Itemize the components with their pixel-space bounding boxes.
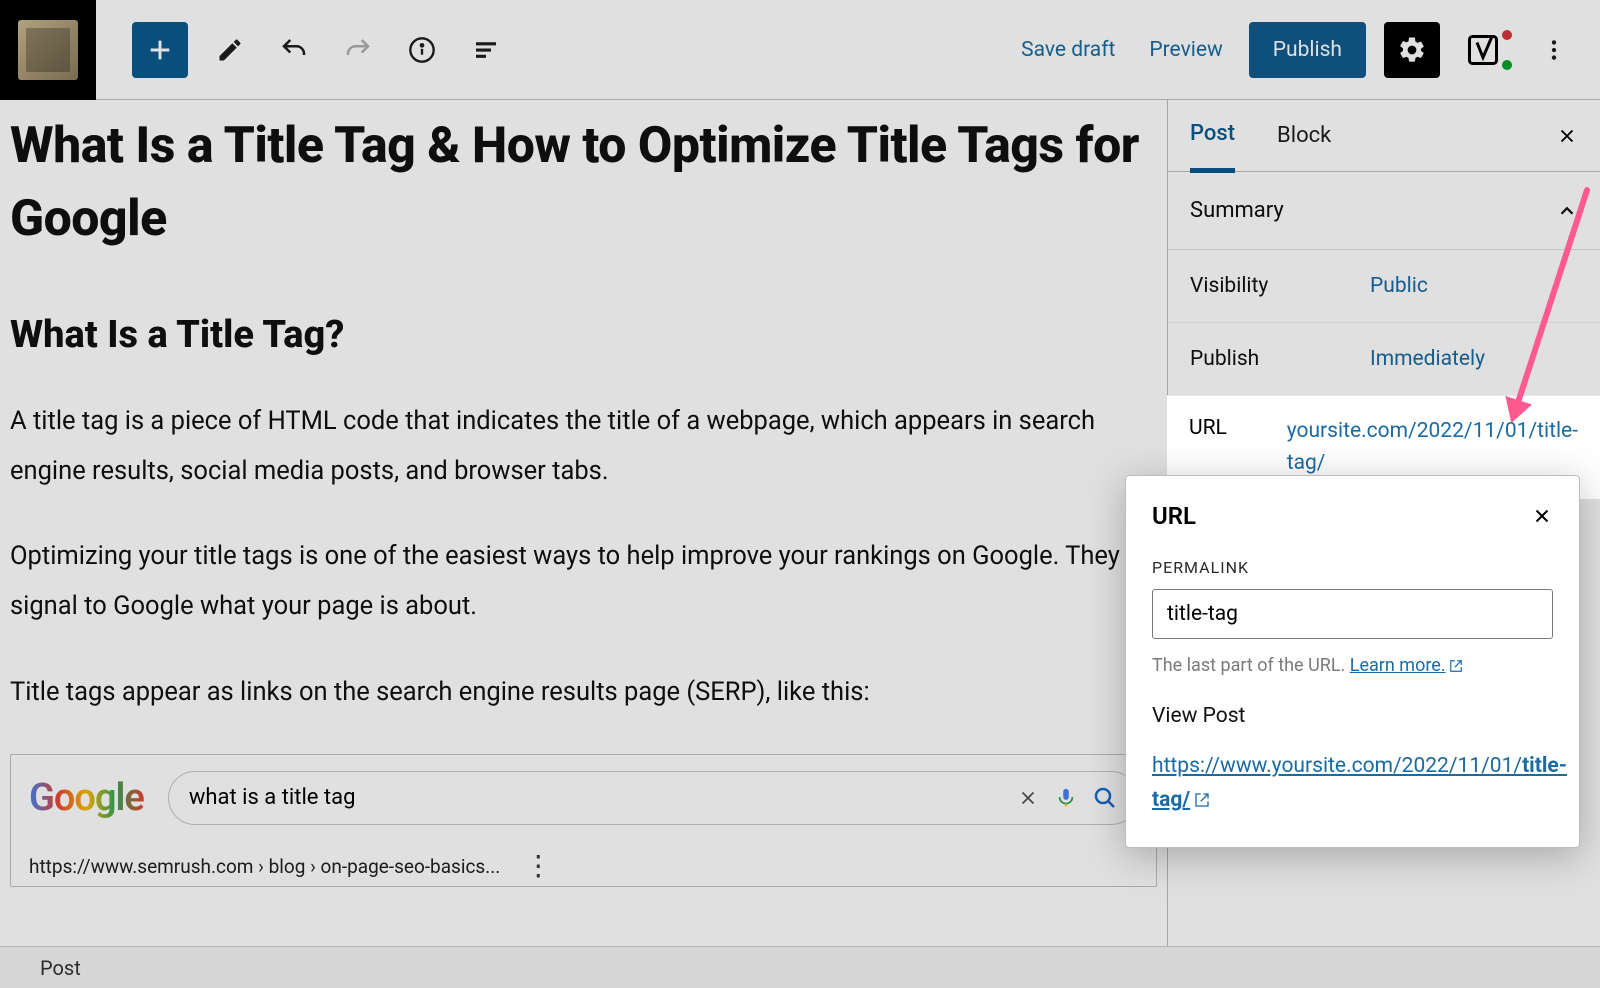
close-icon	[1531, 505, 1553, 527]
toolbar-left-group	[132, 22, 508, 78]
serp-query-input	[189, 785, 1001, 810]
pencil-icon	[216, 36, 244, 64]
plus-icon	[146, 36, 174, 64]
mic-icon	[1055, 787, 1077, 809]
more-menu-button[interactable]	[1532, 28, 1576, 72]
post-title[interactable]: What Is a Title Tag & How to Optimize Ti…	[10, 110, 1157, 255]
save-draft-link[interactable]: Save draft	[1013, 26, 1123, 74]
permalink-input[interactable]	[1152, 589, 1553, 639]
close-sidebar-button[interactable]	[1556, 125, 1578, 147]
paragraph-block[interactable]: Title tags appear as links on the search…	[10, 668, 1157, 718]
clear-icon	[1017, 787, 1039, 809]
search-icon	[1093, 786, 1117, 810]
add-block-button[interactable]	[132, 22, 188, 78]
visibility-row[interactable]: Visibility Public	[1168, 250, 1600, 323]
permalink-label: PERMALINK	[1152, 558, 1553, 577]
redo-button[interactable]	[336, 28, 380, 72]
url-label: URL	[1189, 416, 1287, 479]
tab-post[interactable]: Post	[1190, 121, 1235, 173]
external-link-icon	[1194, 792, 1210, 808]
heading-block[interactable]: What Is a Title Tag?	[10, 313, 1157, 357]
toolbar-right-group: Save draft Preview Publish	[1013, 22, 1600, 78]
publish-button[interactable]: Publish	[1249, 22, 1366, 78]
redo-icon	[343, 35, 373, 65]
paragraph-block[interactable]: Optimizing your title tags is one of the…	[10, 532, 1157, 631]
external-link-icon	[1449, 659, 1463, 673]
summary-label: Summary	[1190, 198, 1284, 223]
serp-search-box	[168, 771, 1138, 825]
visibility-value[interactable]: Public	[1370, 274, 1428, 298]
edit-mode-button[interactable]	[208, 28, 252, 72]
url-value[interactable]: yoursite.com/2022/11/01/title-tag/	[1287, 416, 1578, 479]
more-vertical-icon	[1541, 37, 1567, 63]
settings-button[interactable]	[1384, 22, 1440, 78]
google-logo: Google	[29, 776, 144, 820]
site-logo-button[interactable]	[0, 0, 96, 100]
undo-icon	[279, 35, 309, 65]
preview-link[interactable]: Preview	[1141, 26, 1230, 74]
view-post-link[interactable]: https://www.yoursite.com/2022/11/01/titl…	[1152, 750, 1567, 817]
paragraph-block[interactable]: A title tag is a piece of HTML code that…	[10, 397, 1157, 496]
info-button[interactable]	[400, 28, 444, 72]
permalink-help-text: The last part of the URL. Learn more.	[1152, 655, 1553, 676]
editor-canvas[interactable]: What Is a Title Tag & How to Optimize Ti…	[0, 100, 1167, 946]
editor-top-toolbar: Save draft Preview Publish	[0, 0, 1600, 100]
visibility-label: Visibility	[1190, 274, 1370, 298]
close-icon	[1556, 125, 1578, 147]
sidebar-tabs: Post Block	[1168, 100, 1600, 172]
tab-block[interactable]: Block	[1277, 123, 1331, 170]
popover-title: URL	[1152, 502, 1196, 530]
gear-icon	[1397, 35, 1427, 65]
close-popover-button[interactable]	[1531, 505, 1553, 527]
url-popover: URL PERMALINK The last part of the URL. …	[1125, 475, 1580, 848]
undo-button[interactable]	[272, 28, 316, 72]
serp-result-url: https://www.semrush.com › blog › on-page…	[29, 855, 1138, 878]
list-icon	[471, 35, 501, 65]
learn-more-link[interactable]: Learn more.	[1350, 655, 1463, 676]
outline-button[interactable]	[464, 28, 508, 72]
info-icon	[408, 36, 436, 64]
publish-value[interactable]: Immediately	[1370, 347, 1485, 371]
site-thumbnail	[18, 20, 78, 80]
yoast-button[interactable]	[1458, 22, 1514, 78]
publish-label: Publish	[1190, 347, 1370, 371]
image-block-serp[interactable]: Google https://www.semrush.com › blog › …	[10, 754, 1157, 887]
breadcrumb-item[interactable]: Post	[40, 956, 81, 980]
yoast-red-dot	[1502, 30, 1512, 40]
yoast-green-dot	[1502, 60, 1512, 70]
view-post-label: View Post	[1152, 704, 1553, 728]
summary-section-header[interactable]: Summary	[1168, 172, 1600, 250]
yoast-icon	[1468, 32, 1504, 68]
block-breadcrumb[interactable]: Post	[0, 946, 1600, 988]
publish-row[interactable]: Publish Immediately	[1168, 323, 1600, 396]
